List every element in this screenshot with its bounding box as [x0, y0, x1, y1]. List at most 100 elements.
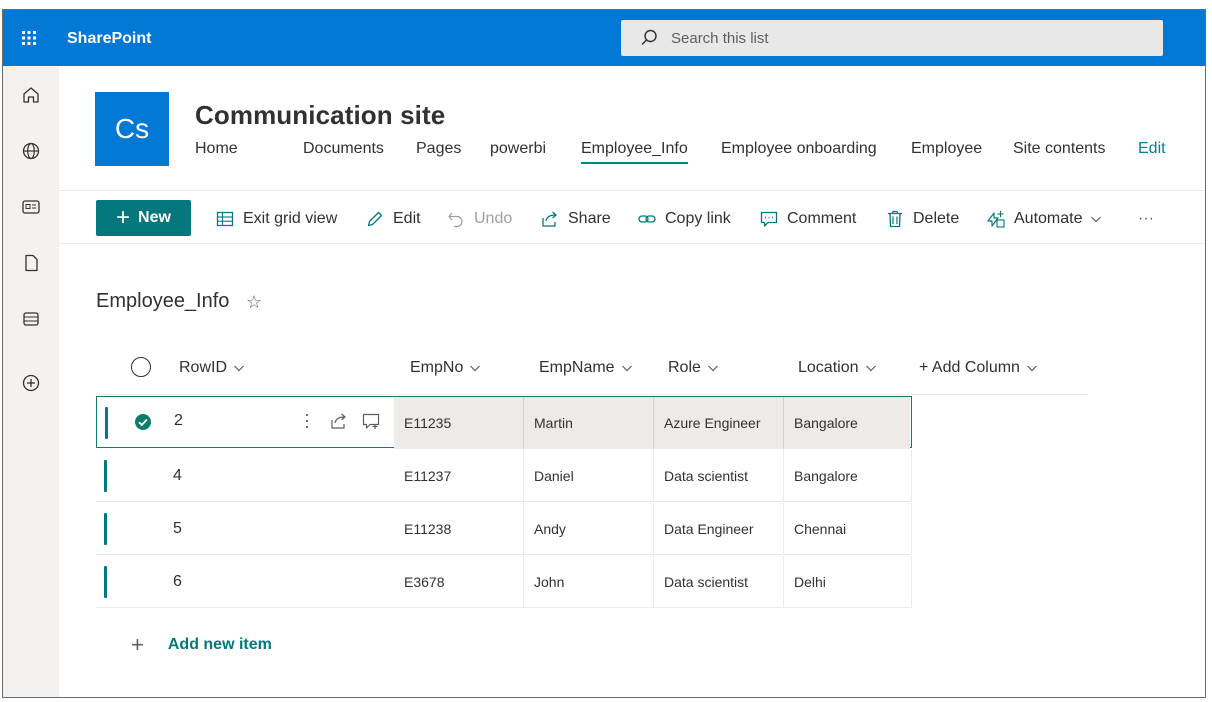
exit-grid-view-button[interactable]: Exit grid view [215, 208, 337, 230]
cell-rowid[interactable]: 4 [173, 467, 182, 485]
add-column-button[interactable]: + Add Column [919, 359, 1038, 377]
globe-icon[interactable] [20, 140, 42, 162]
add-icon[interactable] [20, 372, 42, 394]
table-row[interactable]: 6 E3678 John Data scientist Delhi [96, 556, 912, 608]
column-header-role[interactable]: Role [668, 359, 719, 377]
cell-empname[interactable]: Martin [524, 397, 654, 449]
undo-icon [446, 209, 466, 229]
more-vertical-icon[interactable] [297, 411, 317, 431]
add-new-item-label: Add new item [167, 636, 272, 653]
share-icon [540, 209, 560, 229]
sharepoint-brand-link[interactable]: SharePoint [67, 30, 151, 48]
divider [96, 554, 912, 555]
edit-button[interactable]: Edit [365, 208, 421, 230]
news-icon[interactable] [20, 196, 42, 218]
add-new-item-button[interactable]: + Add new item [131, 632, 272, 658]
divider [96, 501, 912, 502]
nav-pages[interactable]: Pages [416, 140, 461, 162]
cell-rowid[interactable]: 2 [174, 412, 183, 430]
chevron-down-icon [865, 365, 876, 372]
nav-employee[interactable]: Employee [911, 140, 982, 162]
chevron-down-icon [234, 365, 244, 372]
row-actions [297, 409, 393, 433]
table-row[interactable]: 4 E11237 Daniel Data scientist Bangalore [96, 450, 912, 502]
chevron-down-icon [1091, 216, 1102, 223]
sharepoint-window: SharePoint Cs Communication [2, 9, 1206, 698]
left-app-rail [3, 66, 59, 697]
cell-empno[interactable]: E11235 [394, 397, 524, 449]
checkmark-circle-icon[interactable] [134, 413, 152, 431]
suite-bar: SharePoint [3, 10, 1205, 66]
divider [59, 243, 1205, 244]
chevron-down-icon [470, 365, 481, 372]
new-button[interactable]: + New [96, 200, 191, 236]
chevron-down-icon [707, 365, 718, 372]
cell-empno[interactable]: E11237 [394, 450, 524, 502]
divider [96, 394, 1088, 395]
cell-empno[interactable]: E3678 [394, 556, 524, 608]
nav-powerbi[interactable]: powerbi [490, 140, 546, 162]
nav-documents[interactable]: Documents [303, 140, 384, 162]
divider [59, 190, 1205, 191]
column-header-rowid[interactable]: RowID [179, 359, 245, 377]
divider [96, 607, 912, 608]
cell-rowid[interactable]: 6 [173, 573, 182, 591]
nav-employee-info[interactable]: Employee_Info [581, 140, 688, 164]
select-all-checkbox[interactable] [131, 357, 151, 377]
cell-location[interactable]: Bangalore [784, 397, 910, 449]
nav-edit-link[interactable]: Edit [1138, 140, 1166, 162]
cell-role[interactable]: Data scientist [654, 556, 784, 608]
cell-location[interactable]: Bangalore [784, 450, 912, 502]
more-options-button[interactable]: ··· [1138, 208, 1154, 230]
undo-button[interactable]: Undo [446, 208, 512, 230]
search-box[interactable] [621, 20, 1163, 56]
row-indicator [104, 460, 107, 492]
nav-site-contents[interactable]: Site contents [1013, 140, 1106, 162]
app-launcher-icon[interactable] [15, 24, 43, 52]
site-title[interactable]: Communication site [195, 100, 445, 131]
cell-location[interactable]: Delhi [784, 556, 912, 608]
document-icon[interactable] [20, 252, 42, 274]
cell-empname[interactable]: Andy [524, 503, 654, 555]
row-indicator [104, 566, 107, 598]
table-row[interactable]: 5 E11238 Andy Data Engineer Chennai [96, 503, 912, 555]
comment-icon [759, 209, 779, 229]
column-header-empno[interactable]: EmpNo [410, 359, 481, 377]
grid-icon [215, 209, 235, 229]
site-logo[interactable]: Cs [95, 92, 169, 166]
cell-role[interactable]: Data scientist [654, 450, 784, 502]
cell-empname[interactable]: John [524, 556, 654, 608]
favorite-star-icon[interactable]: ☆ [246, 292, 262, 313]
cell-empname[interactable]: Daniel [524, 450, 654, 502]
pencil-icon [365, 209, 385, 229]
chevron-down-icon [1027, 365, 1037, 372]
cell-location[interactable]: Chennai [784, 503, 912, 555]
delete-button[interactable]: Delete [885, 208, 959, 230]
share-button[interactable]: Share [540, 208, 611, 230]
home-icon[interactable] [20, 84, 42, 106]
automate-button[interactable]: Automate [986, 208, 1102, 230]
nav-employee-onboarding[interactable]: Employee onboarding [721, 140, 877, 162]
cell-role[interactable]: Azure Engineer [654, 397, 784, 449]
trash-icon [885, 209, 905, 229]
table-row[interactable]: 2 E11235 Martin Azure Engineer Bangalore [96, 396, 912, 449]
comment-button[interactable]: Comment [759, 208, 856, 230]
row-indicator [105, 407, 108, 439]
row-indicator [104, 513, 107, 545]
column-header-empname[interactable]: EmpName [539, 359, 633, 377]
share-icon[interactable] [329, 411, 349, 431]
cell-rowid[interactable]: 5 [173, 520, 182, 538]
new-button-label: New [138, 209, 171, 226]
list-icon[interactable] [20, 308, 42, 330]
list-title[interactable]: Employee_Info [96, 290, 229, 313]
copy-link-button[interactable]: Copy link [637, 208, 731, 230]
plus-icon: + [116, 204, 131, 231]
search-icon [641, 29, 657, 45]
column-header-location[interactable]: Location [798, 359, 877, 377]
automate-icon [986, 209, 1006, 229]
search-input[interactable] [671, 29, 1111, 47]
nav-home[interactable]: Home [195, 140, 238, 162]
cell-empno[interactable]: E11238 [394, 503, 524, 555]
cell-role[interactable]: Data Engineer [654, 503, 784, 555]
comment-add-icon[interactable] [361, 411, 381, 431]
